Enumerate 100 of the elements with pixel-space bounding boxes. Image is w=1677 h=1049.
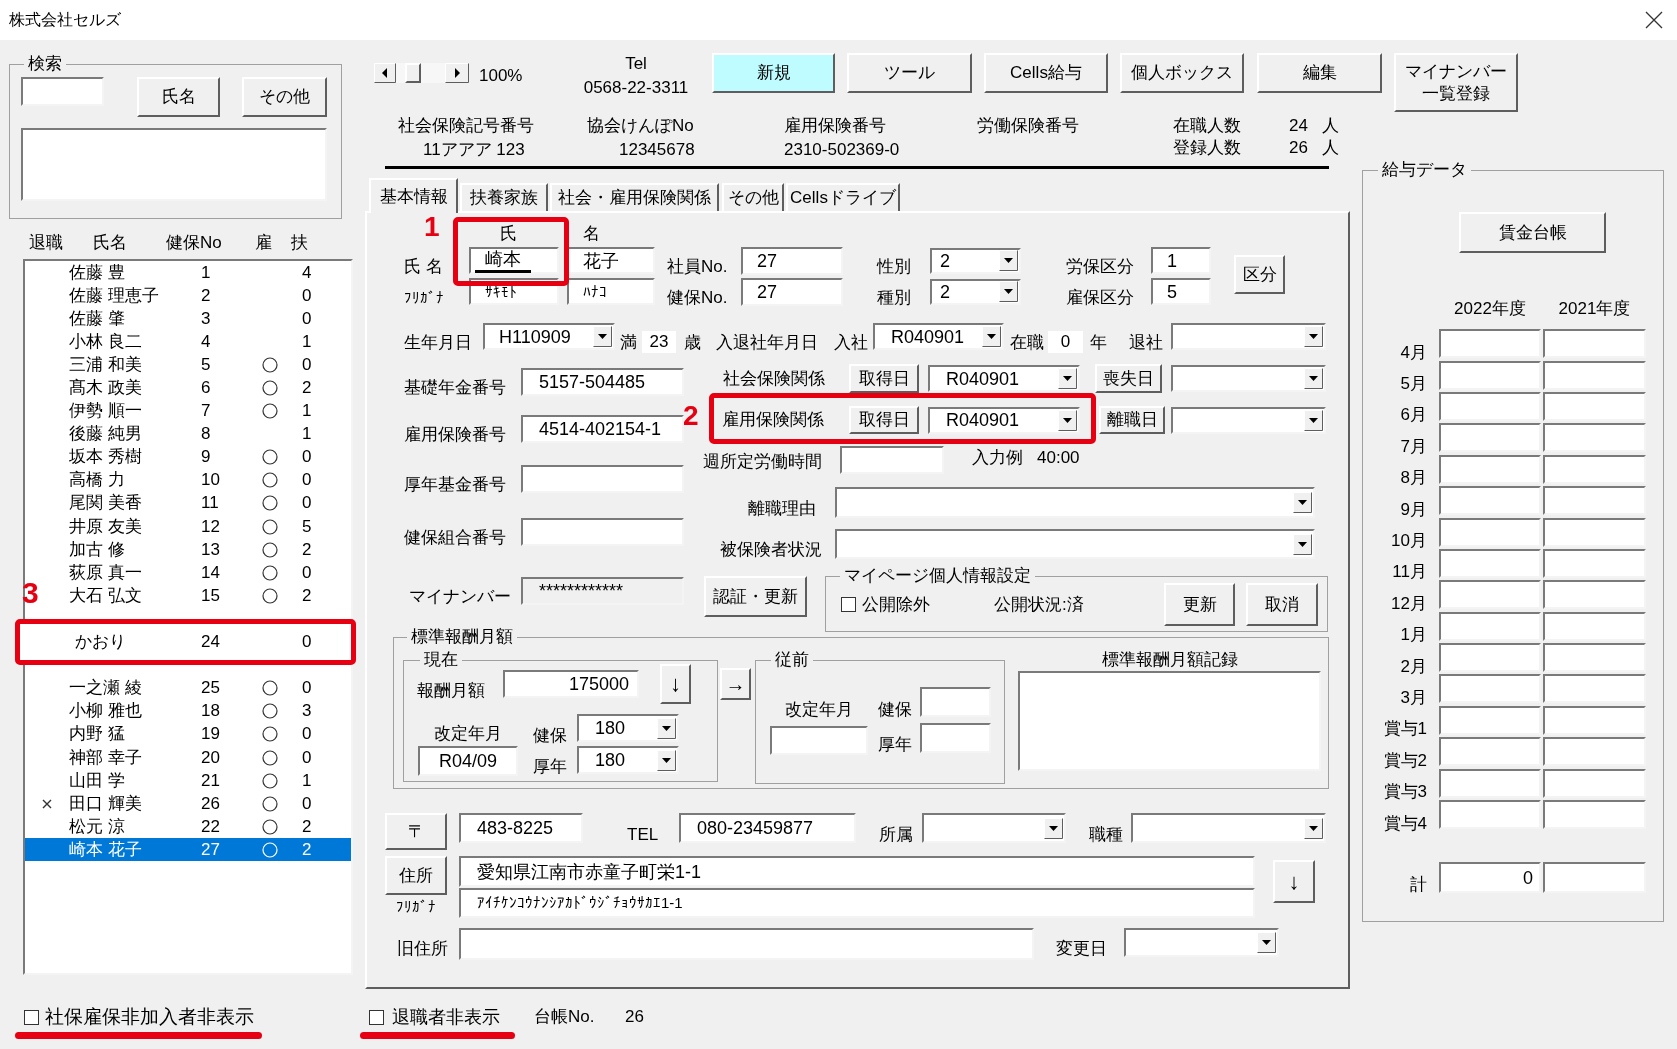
dropdown[interactable]	[835, 529, 1315, 559]
dropdown-arrow-icon[interactable]	[1304, 817, 1323, 839]
search-button[interactable]: 氏名	[137, 77, 220, 117]
text-field[interactable]	[1439, 517, 1541, 547]
text-field[interactable]	[1543, 517, 1646, 547]
text-field[interactable]	[1543, 643, 1646, 673]
dropdown-arrow-icon[interactable]	[1293, 492, 1312, 513]
dropdown[interactable]: 2	[930, 278, 1021, 305]
dropdown-arrow-icon[interactable]	[1304, 368, 1323, 389]
dropdown-arrow-icon[interactable]	[982, 326, 1001, 347]
text-field[interactable]	[1439, 800, 1541, 830]
dropdown-arrow-icon[interactable]	[657, 749, 676, 771]
dropdown[interactable]	[1124, 928, 1279, 957]
text-field[interactable]: 4514-402154-1	[521, 415, 684, 443]
text-field[interactable]	[1543, 329, 1646, 359]
form-button[interactable]: 離職日	[1099, 406, 1165, 434]
text-field[interactable]	[1543, 862, 1646, 894]
checkbox[interactable]	[24, 1009, 39, 1025]
dropdown-arrow-icon[interactable]	[999, 250, 1018, 271]
form-button[interactable]: 取得日	[849, 364, 919, 393]
text-field[interactable]	[521, 518, 684, 546]
text-field[interactable]: ｱｲﾁｹﾝｺｳﾅﾝｼｱｶﾄﾞｳｼﾞﾁｮｳｻｶｴ1-1	[459, 888, 1255, 918]
text-field[interactable]: ﾊﾅｺ	[567, 278, 655, 305]
dropdown[interactable]	[835, 487, 1315, 518]
dropdown-arrow-icon[interactable]	[1044, 817, 1063, 839]
close-icon[interactable]	[1645, 11, 1663, 29]
dropdown-arrow-icon[interactable]	[1058, 409, 1077, 431]
dropdown-arrow-icon[interactable]	[1304, 326, 1323, 347]
tab[interactable]: 扶養家族	[460, 183, 548, 211]
search-button[interactable]: その他	[242, 77, 327, 117]
text-field[interactable]	[840, 446, 944, 474]
dropdown-arrow-icon[interactable]	[657, 717, 676, 739]
text-field[interactable]: 27	[741, 246, 843, 275]
dropdown[interactable]	[1131, 813, 1326, 843]
arrow-button[interactable]: ↓	[1273, 860, 1315, 903]
text-field[interactable]	[1543, 611, 1646, 641]
form-button[interactable]: 取消	[1246, 583, 1318, 626]
search-results-list[interactable]	[21, 128, 327, 201]
text-field[interactable]	[1439, 548, 1541, 578]
toolbar-button[interactable]: 新規	[712, 53, 835, 93]
text-field[interactable]	[1543, 454, 1646, 484]
text-field[interactable]	[770, 726, 868, 755]
dropdown-arrow-icon[interactable]	[999, 281, 1018, 302]
dropdown[interactable]: H110909	[483, 323, 615, 350]
form-button[interactable]: 更新	[1164, 583, 1235, 626]
dropdown[interactable]	[1171, 406, 1326, 434]
dropdown-arrow-icon[interactable]	[1257, 932, 1276, 953]
text-field[interactable]	[1543, 705, 1646, 735]
tab[interactable]: 社会・雇用保険関係	[550, 183, 719, 211]
text-field[interactable]	[1439, 737, 1541, 767]
text-field[interactable]	[1439, 611, 1541, 641]
text-field[interactable]	[1439, 454, 1541, 484]
text-field[interactable]	[920, 687, 991, 717]
dropdown[interactable]: 180	[577, 714, 679, 742]
text-field[interactable]	[1439, 580, 1541, 610]
text-field[interactable]	[1439, 360, 1541, 390]
text-field[interactable]	[1439, 329, 1541, 359]
text-field[interactable]	[1439, 486, 1541, 516]
text-field[interactable]	[920, 723, 991, 753]
text-field[interactable]: 花子	[567, 247, 655, 274]
text-field[interactable]	[521, 465, 684, 493]
scroll-thumb[interactable]	[405, 63, 421, 83]
dropdown[interactable]	[1171, 365, 1326, 392]
text-field[interactable]	[1543, 486, 1646, 516]
dropdown[interactable]: R040901	[873, 323, 1004, 350]
text-field[interactable]	[1439, 768, 1541, 798]
form-button[interactable]: 取得日	[849, 406, 919, 434]
text-field[interactable]: 5	[1151, 278, 1211, 305]
checkbox[interactable]	[841, 597, 856, 612]
text-field[interactable]: 175000	[503, 670, 639, 698]
text-field[interactable]	[1439, 423, 1541, 453]
list-row[interactable]: 崎本 花子 27 2	[25, 838, 351, 862]
dropdown-arrow-icon[interactable]	[1293, 533, 1312, 555]
text-field[interactable]	[1543, 768, 1646, 798]
caret-left-icon[interactable]	[374, 63, 396, 83]
text-field[interactable]	[1543, 674, 1646, 704]
text-field[interactable]	[1543, 391, 1646, 421]
arrow-button[interactable]: →	[720, 668, 751, 700]
text-field[interactable]: 483-8225	[459, 813, 583, 843]
text-field[interactable]: 5157-504485	[521, 368, 684, 396]
dropdown[interactable]: 180	[577, 746, 679, 774]
search-field[interactable]	[21, 77, 104, 106]
tab[interactable]: 基本情報	[369, 178, 458, 213]
tab[interactable]: Cellsドライブ	[786, 183, 900, 211]
dropdown-arrow-icon[interactable]	[1304, 409, 1323, 431]
form-button[interactable]: 住所	[385, 856, 447, 895]
arrow-button[interactable]: ↓	[660, 664, 691, 704]
text-field[interactable]	[1543, 800, 1646, 830]
text-field[interactable]	[1543, 423, 1646, 453]
text-field[interactable]: 愛知県江南市赤童子町栄1-1	[459, 856, 1255, 887]
form-button[interactable]: 喪失日	[1095, 364, 1162, 393]
text-field[interactable]: 27	[741, 277, 843, 306]
dropdown-arrow-icon[interactable]	[593, 326, 612, 347]
text-field[interactable]: R04/09	[418, 746, 518, 776]
text-area[interactable]	[1018, 671, 1321, 771]
dropdown[interactable]: 2	[930, 247, 1021, 274]
toolbar-button[interactable]: ツール	[847, 53, 972, 93]
text-field[interactable]: 崎本	[469, 247, 559, 274]
text-field[interactable]	[459, 928, 1034, 960]
text-field[interactable]: 1	[1151, 247, 1211, 274]
